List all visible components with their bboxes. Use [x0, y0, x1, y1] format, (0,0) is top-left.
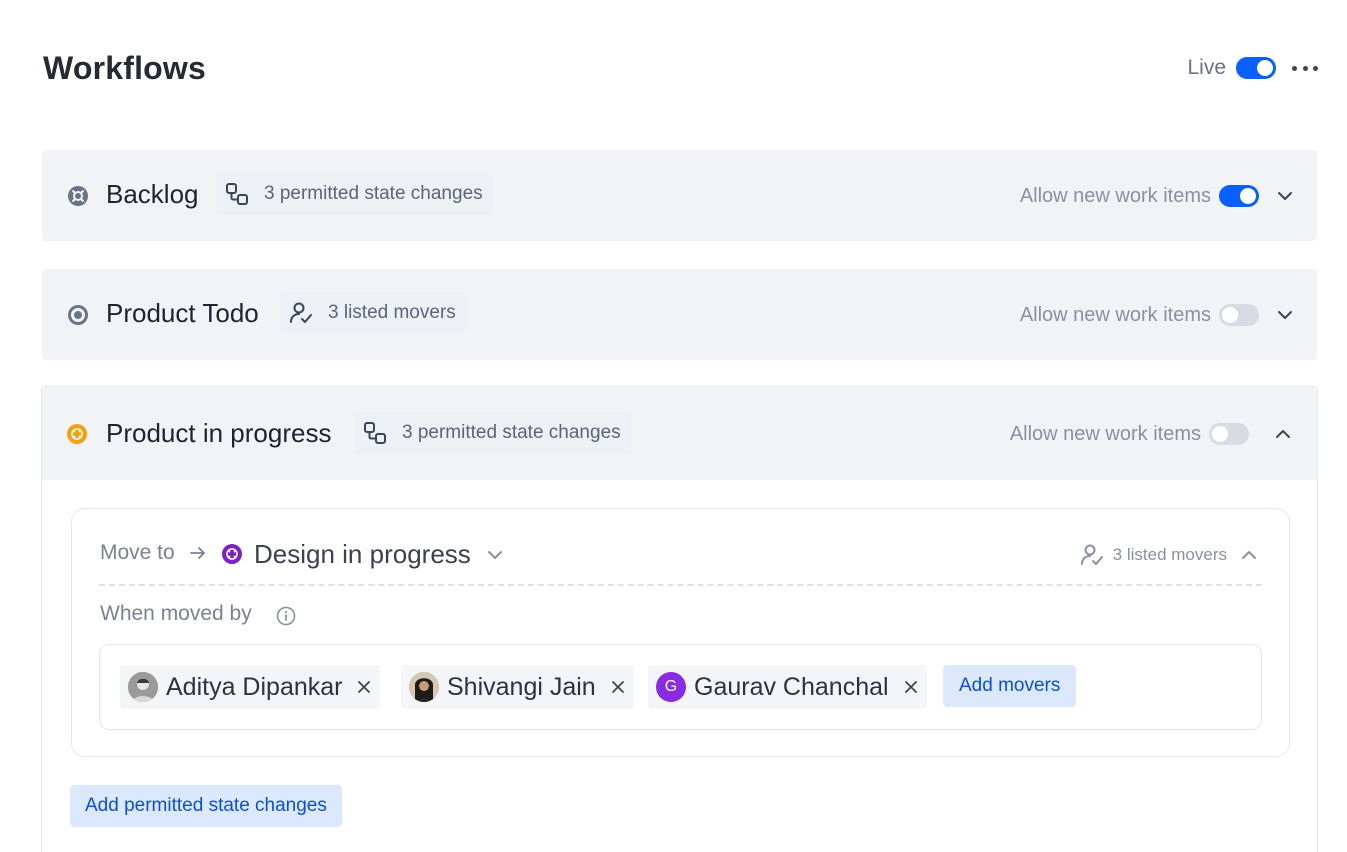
allow-label: Allow new work items [1009, 422, 1201, 445]
state-card-product-in-progress: Product in progress 3 permitted state ch… [41, 386, 1318, 852]
chevron-down-icon[interactable] [1275, 186, 1295, 206]
user-check-icon [290, 302, 312, 323]
permitted-state-changes-chip[interactable]: 3 permitted state changes [216, 173, 493, 215]
close-icon[interactable] [356, 679, 372, 695]
movers-summary-text: 3 listed movers [1112, 545, 1227, 564]
add-permitted-state-changes-button[interactable]: Add permitted state changes [70, 785, 342, 827]
allow-new-work-items: Allow new work items [1020, 301, 1295, 329]
allow-new-work-items: Allow new work items [1020, 182, 1295, 210]
state-card-backlog: Backlog 3 permitted state changes Allow … [42, 150, 1317, 240]
state-card-product-todo: Product Todo 3 listed movers Allow new w… [42, 269, 1317, 359]
chip-text: 3 listed movers [328, 302, 456, 323]
more-options-icon[interactable] [1292, 57, 1318, 79]
mover-chip: G Gaurav Chanchal [648, 665, 927, 709]
todo-state-icon [68, 305, 88, 325]
movers-input[interactable]: Aditya Dipankar Shivangi Jain G Gaurav C… [99, 644, 1262, 730]
state-name: Backlog [106, 179, 199, 209]
arrow-right-icon [190, 547, 205, 559]
close-icon[interactable] [610, 679, 626, 695]
mover-chip: Shivangi Jain [401, 665, 634, 709]
live-label: Live [1187, 56, 1226, 79]
chevron-down-icon[interactable] [485, 545, 505, 565]
listed-movers-summary[interactable]: 3 listed movers [1079, 541, 1259, 569]
chip-text: 3 permitted state changes [402, 422, 621, 443]
avatar: G [656, 672, 686, 702]
state-card-header[interactable]: Product in progress 3 permitted state ch… [42, 387, 1317, 480]
state-name: Product Todo [106, 298, 259, 328]
mover-chip: Aditya Dipankar [120, 665, 381, 709]
allow-new-work-items-toggle[interactable] [1219, 185, 1259, 207]
design-state-icon [222, 544, 242, 564]
allow-label: Allow new work items [1019, 184, 1211, 207]
live-control: Live [1187, 54, 1318, 82]
divider [99, 584, 1262, 586]
allow-label: Allow new work items [1019, 303, 1211, 326]
live-toggle[interactable] [1236, 57, 1276, 79]
backlog-state-icon [68, 186, 88, 206]
avatar [409, 672, 439, 702]
chevron-down-icon[interactable] [1275, 305, 1295, 325]
when-moved-by-label: When moved by [100, 602, 252, 625]
chevron-up-icon[interactable] [1273, 424, 1293, 444]
chevron-up-icon[interactable] [1239, 545, 1259, 565]
move-to-label: Move to [100, 541, 175, 564]
allow-new-work-items-toggle[interactable] [1219, 304, 1259, 326]
user-check-icon [1080, 544, 1103, 565]
transition-rule: Move to Design in progress 3 listed move… [71, 508, 1290, 757]
mover-name: Shivangi Jain [447, 672, 596, 701]
close-icon[interactable] [903, 679, 919, 695]
in-progress-state-icon [67, 424, 87, 444]
add-movers-button[interactable]: Add movers [943, 665, 1077, 707]
state-name: Product in progress [106, 418, 332, 448]
target-state-dropdown[interactable]: Design in progress [254, 539, 471, 570]
chip-text: 3 permitted state changes [264, 183, 483, 204]
listed-movers-chip[interactable]: 3 listed movers [280, 292, 466, 334]
page-title: Workflows [43, 50, 207, 86]
allow-new-work-items: Allow new work items [1010, 420, 1293, 448]
page-header: Workflows Live [43, 44, 1318, 90]
info-icon[interactable] [275, 605, 297, 627]
state-changes-icon [226, 183, 248, 205]
mover-name: Gaurav Chanchal [694, 672, 889, 701]
mover-name: Aditya Dipankar [166, 672, 343, 701]
allow-new-work-items-toggle[interactable] [1209, 423, 1249, 445]
avatar [128, 672, 158, 702]
permitted-state-changes-chip[interactable]: 3 permitted state changes [354, 412, 631, 454]
state-changes-icon [364, 422, 386, 444]
